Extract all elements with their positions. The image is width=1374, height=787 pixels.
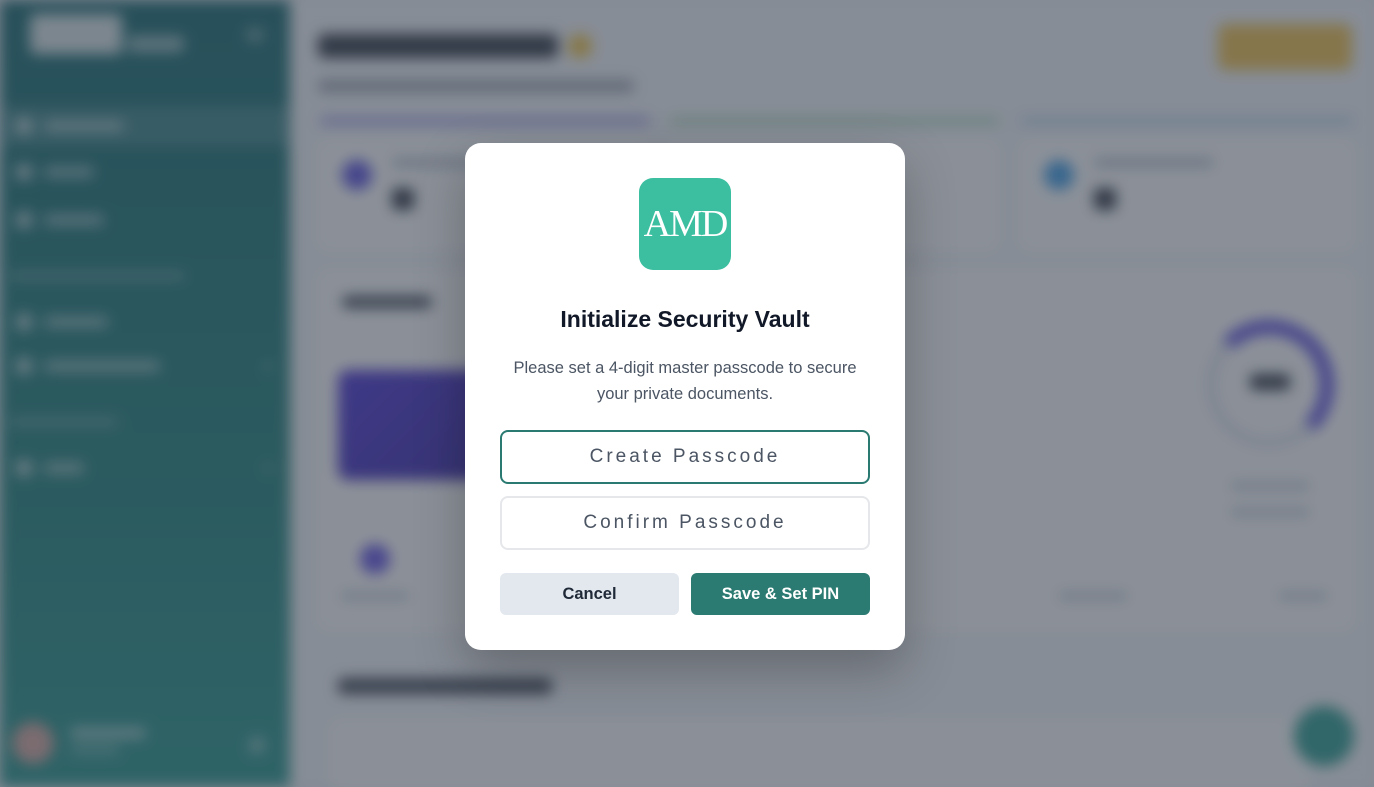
confirm-passcode-input[interactable] — [500, 496, 870, 550]
save-and-set-pin-button[interactable]: Save & Set PIN — [691, 573, 870, 615]
security-vault-modal: AMD Initialize Security Vault Please set… — [465, 143, 905, 650]
create-passcode-input[interactable] — [500, 430, 870, 484]
modal-description: Please set a 4-digit master passcode to … — [513, 359, 857, 403]
amd-logo-icon: AMD — [639, 178, 731, 270]
cancel-button[interactable]: Cancel — [500, 573, 679, 615]
modal-title: Initialize Security Vault — [560, 306, 810, 332]
logo-text: AMD — [643, 203, 729, 245]
